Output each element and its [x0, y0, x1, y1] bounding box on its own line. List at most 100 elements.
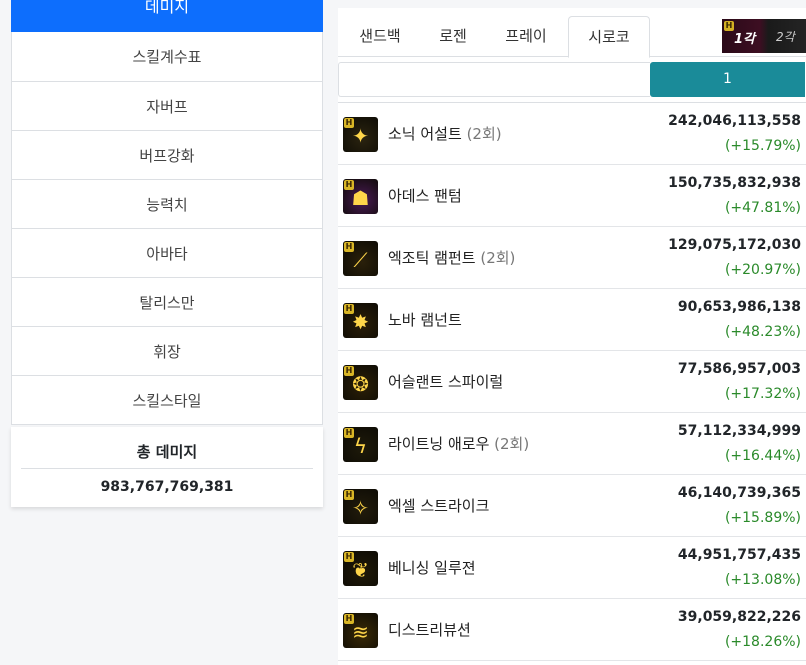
pager-track	[338, 62, 650, 97]
h-badge-icon: H	[344, 490, 354, 500]
menu-item-label: 데미지	[144, 0, 190, 16]
menu-item-label: 휘장	[153, 342, 181, 361]
skill-name-text: 베니싱 일루젼	[388, 559, 476, 577]
pager-bar: 1	[338, 57, 806, 103]
skill-damage-increase: (+16.44%)	[724, 448, 801, 464]
tab-sandbag[interactable]: 샌드백	[344, 16, 416, 57]
aslant-spiral-icon: ❂ H	[343, 365, 378, 400]
skill-row[interactable]: ✦ H 소닉 어설트 (2회) 242,046,113,558 (+15.79%)	[338, 103, 806, 165]
skill-damage-value: 46,140,739,365	[677, 485, 801, 501]
left-panel: 데미지 스킬계수표 자버프 버프강화 능력치 아바타 탈리스만 휘장 스킬스타일…	[11, 0, 323, 507]
menu-item-label: 자버프	[146, 97, 188, 116]
skill-name: 엑셀 스트라이크	[388, 475, 489, 537]
skill-damage-increase: (+17.32%)	[724, 386, 801, 402]
ades-phantom-icon: ☗ H	[343, 179, 378, 214]
skill-name-text: 노바 램넌트	[388, 311, 462, 329]
menu-list: 스킬계수표 자버프 버프강화 능력치 아바타 탈리스만 휘장 스킬스타일	[11, 32, 323, 425]
skill-name: 엑조틱 램펀트 (2회)	[388, 227, 515, 289]
menu-item-damage[interactable]: 데미지	[11, 0, 323, 32]
vanishing-illusion-icon: ❦ H	[343, 551, 378, 586]
damage-panel: 샌드백 로젠 프레이 시로코 H 1각 2각 1 ✦ H 소닉 어설트 (2회) 24…	[338, 8, 806, 665]
menu-item-label: 버프강화	[139, 146, 195, 165]
menu-item-buff-enhance[interactable]: 버프강화	[12, 130, 322, 179]
skill-row[interactable]: ≋ H 디스트리뷰션 39,059,822,226 (+18.26%)	[338, 599, 806, 661]
skill-name-text: 엑조틱 램펀트	[388, 249, 476, 267]
menu-item-label: 아바타	[146, 244, 188, 263]
skill-damage-increase: (+18.26%)	[724, 634, 801, 650]
skill-name-text: 소닉 어설트	[388, 125, 462, 143]
skill-name: 아데스 팬텀	[388, 165, 462, 227]
h-badge-icon: H	[344, 180, 354, 190]
skill-name-text: 디스트리뷰션	[388, 621, 471, 639]
skill-name-text: 아데스 팬텀	[388, 187, 462, 205]
menu-item-skill-coefficients[interactable]: 스킬계수표	[12, 32, 322, 81]
rank-first-label: 1각	[734, 32, 756, 47]
skill-damage-increase: (+13.08%)	[724, 572, 801, 588]
skill-name: 어슬랜트 스파이럴	[388, 351, 503, 413]
skill-hit-count: (2회)	[480, 249, 516, 267]
skill-damage-value: 57,112,334,999	[677, 423, 801, 439]
skill-damage-value: 150,735,832,938	[668, 175, 801, 191]
h-badge-icon: H	[344, 428, 354, 438]
skill-row[interactable]: ❂ H 어슬랜트 스파이럴 77,586,957,003 (+17.32%)	[338, 351, 806, 413]
skill-row[interactable]: ✸ H 노바 램넌트 90,653,986,138 (+48.23%)	[338, 289, 806, 351]
skill-damage-list: ✦ H 소닉 어설트 (2회) 242,046,113,558 (+15.79%) ☗ H 아…	[338, 103, 806, 661]
menu-item-label: 능력치	[146, 195, 188, 214]
total-damage-value: 983,767,769,381	[100, 479, 234, 495]
skill-hit-count: (2회)	[466, 125, 502, 143]
skill-row[interactable]: ✧ H 엑셀 스트라이크 46,140,739,365 (+15.89%)	[338, 475, 806, 537]
h-badge-icon: H	[344, 614, 354, 624]
skill-row[interactable]: ☗ H 아데스 팬텀 150,735,832,938 (+47.81%)	[338, 165, 806, 227]
lightning-arrow-icon: ϟH	[343, 427, 378, 462]
menu-item-label: 스킬스타일	[132, 391, 202, 410]
h-badge-icon: H	[344, 118, 354, 128]
skill-damage-value: 90,653,986,138	[677, 299, 801, 315]
skill-row[interactable]: ❦ H 베니싱 일루젼 44,951,757,435 (+13.08%)	[338, 537, 806, 599]
distribution-icon: ≋ H	[343, 613, 378, 648]
page-button[interactable]: 1	[650, 62, 805, 97]
exotic-rampant-icon: ⟋ H	[343, 241, 378, 276]
menu-item-label: 탈리스만	[139, 293, 195, 312]
skill-damage-increase: (+15.79%)	[724, 138, 801, 154]
skill-name-text: 엑셀 스트라이크	[388, 497, 490, 515]
h-badge-icon: H	[344, 242, 354, 252]
menu-item-label: 스킬계수표	[132, 48, 202, 66]
skill-damage-increase: (+15.89%)	[724, 510, 801, 526]
target-tabs: 샌드백 로젠 프레이 시로코 H 1각 2각	[338, 8, 806, 58]
menu-item-skill-style[interactable]: 스킬스타일	[12, 375, 322, 424]
skill-name-text: 어슬랜트 스파이럴	[388, 373, 504, 391]
skill-row[interactable]: ⟋ H 엑조틱 램펀트 (2회) 129,075,172,030 (+20.97%)	[338, 227, 806, 289]
h-badge-icon: H	[344, 552, 354, 562]
nova-remnant-icon: ✸ H	[343, 303, 378, 338]
total-damage-title: 총 데미지	[21, 427, 313, 469]
menu-item-stats[interactable]: 능력치	[12, 179, 322, 228]
tab-rosen[interactable]: 로젠	[422, 16, 484, 57]
h-badge-icon: H	[724, 21, 734, 31]
rank-second-label: 2각	[776, 30, 795, 44]
skill-damage-increase: (+20.97%)	[724, 262, 801, 278]
h-badge-icon: H	[344, 366, 354, 376]
skill-name: 노바 램넌트	[388, 289, 462, 351]
skill-name: 라이트닝 애로우 (2회)	[388, 413, 529, 475]
tab-prey[interactable]: 프레이	[490, 16, 562, 57]
skill-damage-value: 44,951,757,435	[677, 547, 801, 563]
tab-sirocco[interactable]: 시로코	[568, 16, 650, 58]
menu-item-self-buff[interactable]: 자버프	[12, 81, 322, 130]
skill-name: 디스트리뷰션	[388, 599, 471, 661]
excel-strike-icon: ✧ H	[343, 489, 378, 524]
skill-row[interactable]: ϟ H 라이트닝 애로우 (2회) 57,112,334,999 (+16.44%)	[338, 413, 806, 475]
menu-item-emblem[interactable]: 휘장	[12, 326, 322, 375]
skill-damage-value: 242,046,113,558	[668, 113, 801, 129]
skill-name: 소닉 어설트 (2회)	[388, 103, 502, 165]
menu-item-talisman[interactable]: 탈리스만	[12, 277, 322, 326]
skill-damage-value: 129,075,172,030	[668, 237, 801, 253]
skill-damage-value: 77,586,957,003	[677, 361, 801, 377]
raid-rank-thumbnail[interactable]: H 1각 2각	[722, 19, 806, 53]
skill-damage-value: 39,059,822,226	[677, 609, 801, 625]
skill-name: 베니싱 일루젼	[388, 537, 476, 599]
skill-name-text: 라이트닝 애로우	[388, 435, 490, 453]
skill-damage-increase: (+47.81%)	[724, 200, 801, 216]
h-badge-icon: H	[344, 304, 354, 314]
menu-item-avatar[interactable]: 아바타	[12, 228, 322, 277]
skill-damage-increase: (+48.23%)	[724, 324, 801, 340]
